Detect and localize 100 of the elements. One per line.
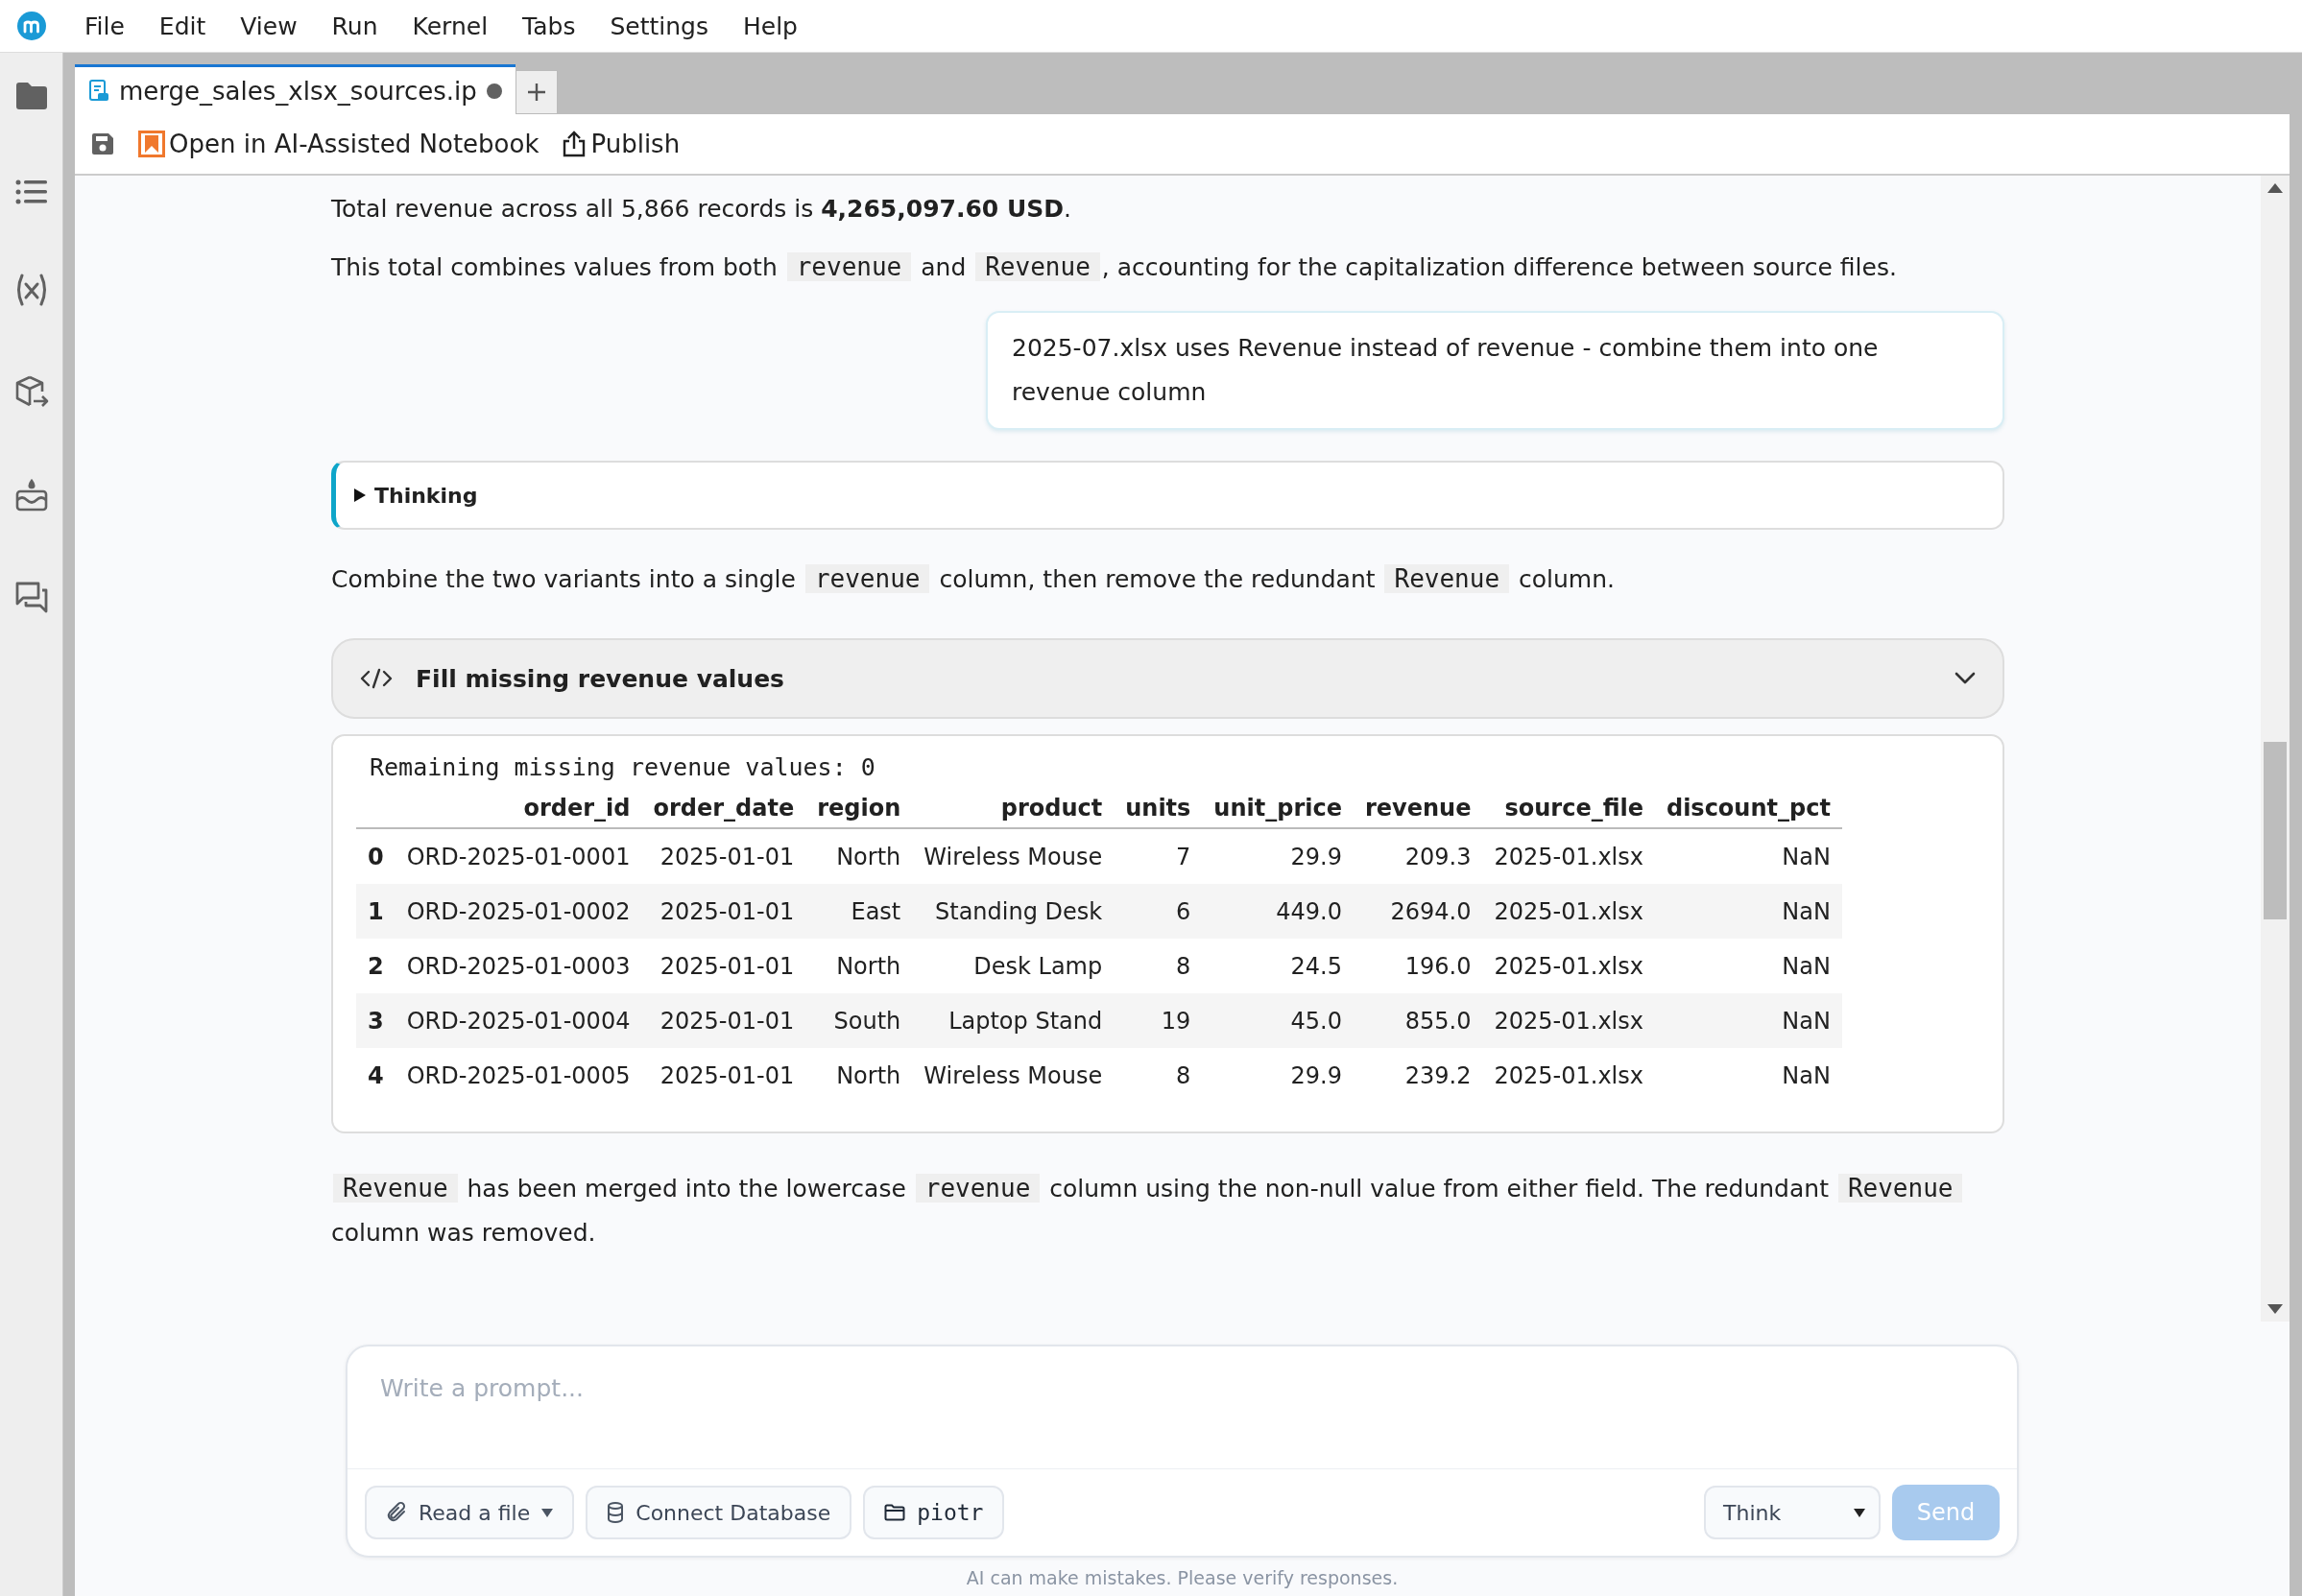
- tab-title: merge_sales_xlsx_sources.ip: [119, 76, 477, 106]
- table-cell: North: [805, 939, 913, 993]
- table-cell: 8: [1114, 1048, 1203, 1103]
- table-cell: ORD-2025-01-0003: [395, 939, 642, 993]
- table-cell: 2694.0: [1354, 884, 1483, 939]
- publish-button[interactable]: Publish: [562, 130, 681, 158]
- menu-item[interactable]: View: [223, 12, 315, 40]
- output-text: Remaining missing revenue values: 0: [369, 753, 876, 781]
- table-cell: 2025-01.xlsx: [1482, 993, 1655, 1048]
- table-cell: 2025-01.xlsx: [1482, 884, 1655, 939]
- column-header: source_file: [1482, 789, 1655, 828]
- table-cell: NaN: [1654, 993, 1842, 1048]
- table-cell: 8: [1114, 939, 1203, 993]
- table-cell: 196.0: [1354, 939, 1483, 993]
- column-header: product: [912, 789, 1115, 828]
- disclaimer-text: AI can make mistakes. Please verify responses.: [966, 1567, 1399, 1588]
- table-cell: 2025-01-01: [641, 939, 806, 993]
- table-cell: NaN: [1654, 828, 1842, 884]
- folder-button[interactable]: piotr: [863, 1486, 1005, 1539]
- table-cell: 19: [1114, 993, 1203, 1048]
- table-cell: 239.2: [1354, 1048, 1483, 1103]
- database-icon: [607, 1502, 625, 1523]
- notebook-button[interactable]: Open in AI-Assisted Notebook: [138, 130, 540, 158]
- column-header: region: [805, 789, 913, 828]
- chevron-down-icon: [1954, 672, 1976, 685]
- column-header: order_date: [641, 789, 806, 828]
- notebook-icon: [88, 78, 109, 104]
- table-cell: 2025-01.xlsx: [1482, 939, 1655, 993]
- table-cell: ORD-2025-01-0004: [395, 993, 642, 1048]
- table-cell: Standing Desk: [912, 884, 1115, 939]
- table-cell: 2025-01-01: [641, 1048, 806, 1103]
- row-index: 3: [356, 993, 396, 1048]
- cake-icon[interactable]: [13, 479, 49, 512]
- scroll-down-icon: [2267, 1304, 2283, 1314]
- table-cell: 7: [1114, 828, 1203, 884]
- menu-item[interactable]: Settings: [592, 12, 726, 40]
- table-cell: Wireless Mouse: [912, 828, 1115, 884]
- table-cell: ORD-2025-01-0005: [395, 1048, 642, 1103]
- bookmark-icon: [138, 131, 165, 157]
- table-cell: 855.0: [1354, 993, 1483, 1048]
- caret-down-icon: [1854, 1508, 1865, 1517]
- user-message: 2025-07.xlsx uses Revenue instead of revenue - combine them into one revenue column: [986, 311, 2004, 430]
- table-cell: 2025-01.xlsx: [1482, 828, 1655, 884]
- paperclip-icon: [386, 1501, 407, 1524]
- menu-item[interactable]: File: [67, 12, 142, 40]
- table-cell: 2025-01-01: [641, 884, 806, 939]
- table-cell: NaN: [1654, 939, 1842, 993]
- message-text: Combine the two variants into a single revenue column, then remove the redundant Revenue column.: [331, 563, 1616, 595]
- row-index: 1: [356, 884, 396, 939]
- table-cell: South: [805, 993, 913, 1048]
- new-tab-button[interactable]: [515, 70, 558, 114]
- tool-call-header[interactable]: Fill missing revenue values: [331, 638, 2004, 719]
- column-header: unit_price: [1202, 789, 1354, 828]
- scroll-up-icon: [2267, 183, 2283, 193]
- logo-icon[interactable]: [17, 12, 46, 40]
- table-cell: 449.0: [1202, 884, 1354, 939]
- thinking-toggle[interactable]: Thinking: [331, 461, 2004, 530]
- table-cell: 2025-01-01: [641, 993, 806, 1048]
- file-button[interactable]: Read a file: [365, 1486, 575, 1539]
- table-cell: 2025-01-01: [641, 828, 806, 884]
- table-cell: 6: [1114, 884, 1203, 939]
- folder-icon: [884, 1504, 906, 1521]
- table-cell: 209.3: [1354, 828, 1483, 884]
- database-button[interactable]: Connect Database: [586, 1486, 852, 1539]
- chat-icon[interactable]: [13, 581, 49, 613]
- table-cell: 45.0: [1202, 993, 1354, 1048]
- menu-item[interactable]: Tabs: [505, 12, 593, 40]
- menu-item[interactable]: Kernel: [395, 12, 506, 40]
- table-cell: ORD-2025-01-0002: [395, 884, 642, 939]
- table-cell: North: [805, 1048, 913, 1103]
- list-icon[interactable]: [14, 179, 48, 204]
- save-icon: [90, 131, 115, 156]
- column-header: revenue: [1354, 789, 1483, 828]
- code-icon: [360, 668, 393, 689]
- row-index: 4: [356, 1048, 396, 1103]
- table-cell: 29.9: [1202, 1048, 1354, 1103]
- row-index: 0: [356, 828, 396, 884]
- message-text: Revenue has been merged into the lowercase revenue column using the non-null value from either field. The redundant Revenue column was removed.: [331, 1166, 2004, 1255]
- table-cell: 2025-01.xlsx: [1482, 1048, 1655, 1103]
- table-cell: 24.5: [1202, 939, 1354, 993]
- message-text: Total revenue across all 5,866 records is 4,265,097.60 USD.: [331, 194, 1072, 225]
- save-button[interactable]: [90, 131, 115, 156]
- column-header: units: [1114, 789, 1203, 828]
- scroll-thumb[interactable]: [2264, 742, 2287, 919]
- notebook-tab[interactable]: merge_sales_xlsx_sources.ip: [75, 64, 516, 114]
- menu-item[interactable]: Help: [726, 12, 815, 40]
- table-cell: NaN: [1654, 884, 1842, 939]
- table-cell: Laptop Stand: [912, 993, 1115, 1048]
- folder-icon[interactable]: [13, 82, 49, 110]
- caret-right-icon: [353, 488, 367, 502]
- mode-dropdown[interactable]: Think: [1704, 1486, 1881, 1539]
- table-cell: Wireless Mouse: [912, 1048, 1115, 1103]
- table-cell: East: [805, 884, 913, 939]
- table-cell: 29.9: [1202, 828, 1354, 884]
- menu-item[interactable]: Edit: [141, 12, 224, 40]
- message-text: This total combines values from both revenue and Revenue , accounting for the capitalization difference between source files.: [331, 251, 1898, 283]
- menu-item[interactable]: Run: [314, 12, 396, 40]
- plus-icon: [526, 83, 546, 102]
- scrollbar[interactable]: [2261, 176, 2290, 1322]
- table-cell: NaN: [1654, 1048, 1842, 1103]
